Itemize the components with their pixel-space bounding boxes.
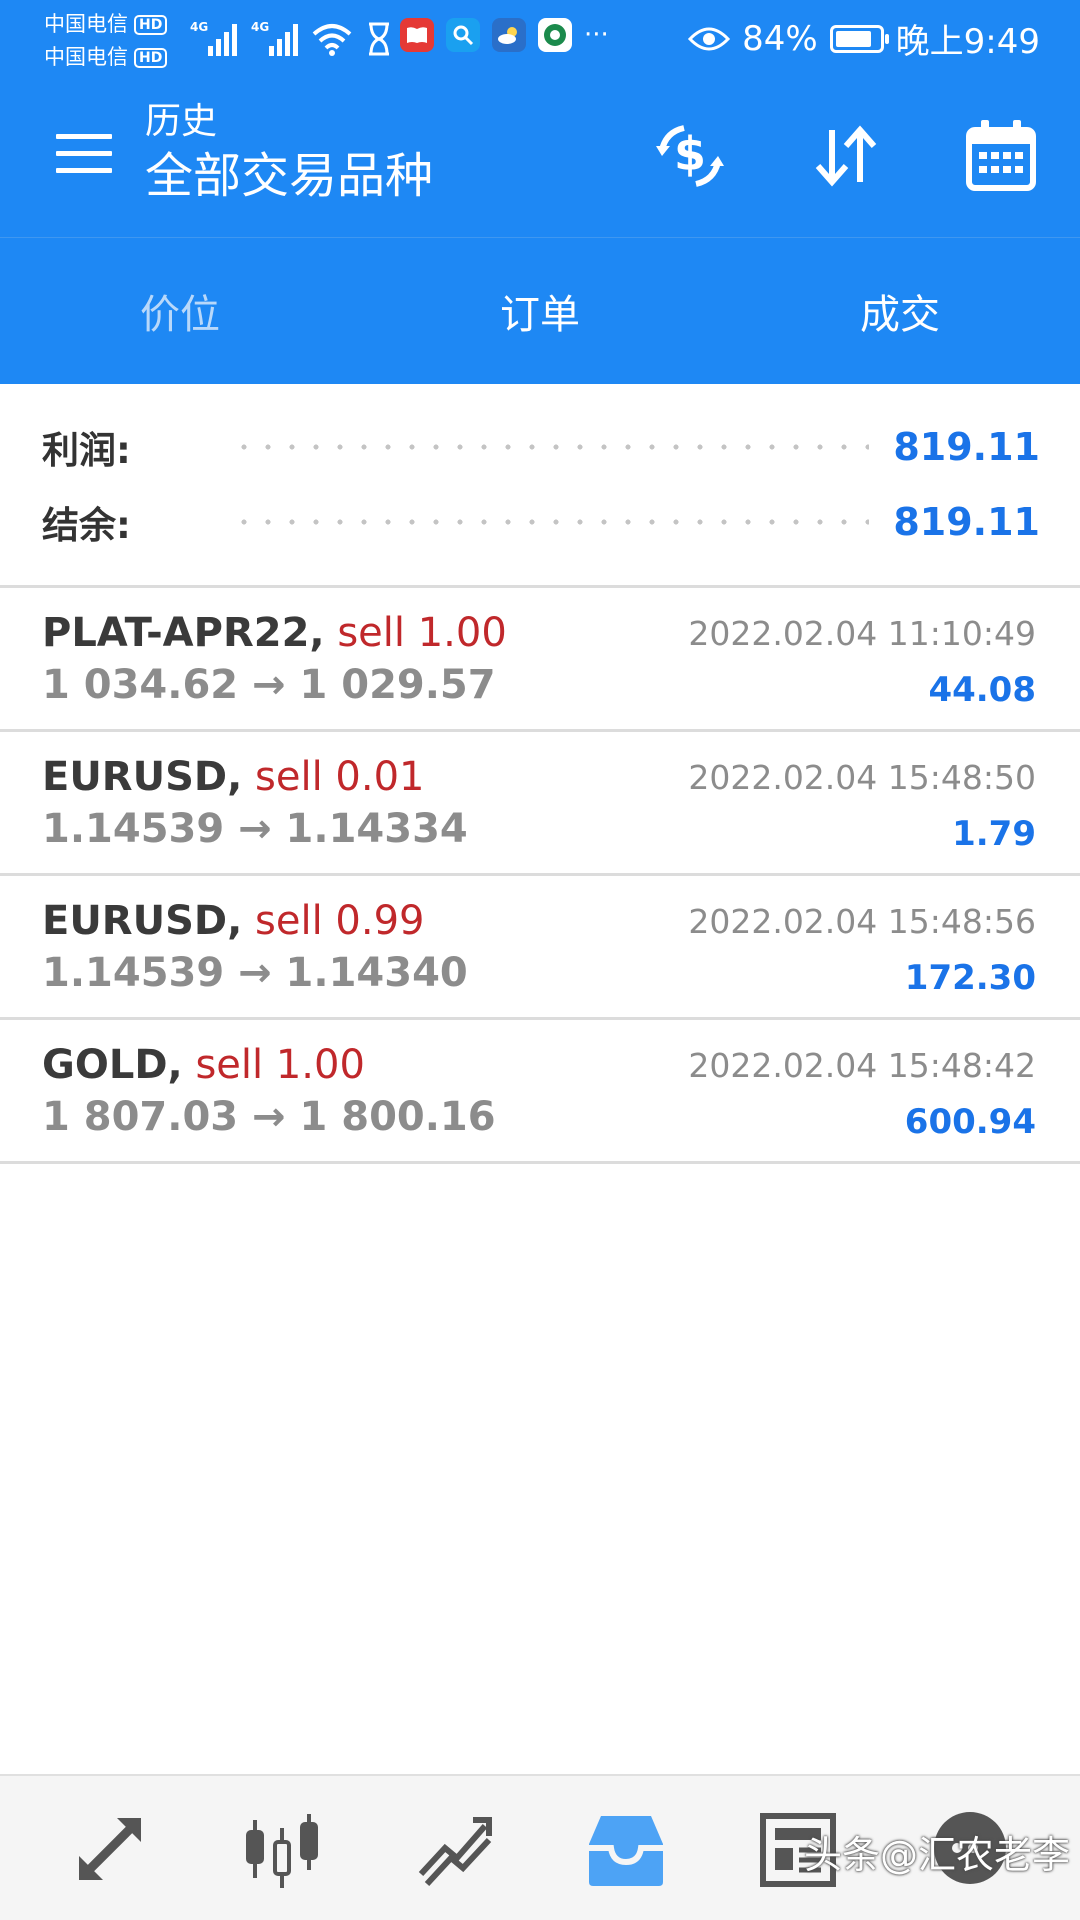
profit-value: 819.11: [893, 425, 1040, 469]
balance-label: 结余:: [42, 504, 131, 547]
hd-badge: HD: [134, 14, 168, 35]
deal-prices: 1.14539 → 1.14340: [42, 950, 468, 996]
status-bar: 中国电信 HD 中国电信 HD 4G 4G ··· 84% 晚上9:49: [0, 0, 1080, 80]
history-inbox-icon[interactable]: [581, 1804, 671, 1894]
tab-prices[interactable]: 价位: [0, 238, 360, 384]
book-app-icon: [400, 18, 434, 52]
deal-action: sell 0.01: [255, 754, 425, 800]
eye-icon: [688, 27, 731, 50]
weather-app-icon: [492, 18, 526, 52]
balance-row: 结余: 819.11: [42, 492, 1040, 552]
calendar-icon[interactable]: [961, 116, 1041, 196]
tab-orders[interactable]: 订单: [360, 238, 720, 384]
dollar-exchange-icon[interactable]: $: [650, 116, 730, 196]
deal-time: 2022.02.04 15:48:42: [688, 1046, 1036, 1085]
deal-profit: 600.94: [904, 1102, 1036, 1142]
carrier-info: 中国电信 HD 中国电信 HD: [44, 8, 168, 74]
page-subtitle: 历史: [145, 101, 218, 142]
deal-prices: 1.14539 → 1.14334: [42, 806, 468, 852]
deal-time: 2022.02.04 15:48:50: [688, 758, 1036, 797]
deal-profit: 172.30: [904, 958, 1036, 998]
signal-icon: 4G: [251, 20, 298, 56]
network-type: 4G: [251, 20, 270, 34]
profit-row: 利润: 819.11: [42, 417, 1040, 477]
dotted-leader: [232, 518, 870, 526]
summary-panel: 利润: 819.11 结余: 819.11: [0, 383, 1080, 585]
balance-value: 819.11: [893, 500, 1040, 544]
deal-row[interactable]: EURUSD, sell 0.99 1.14539 → 1.14340 2022…: [0, 876, 1080, 1017]
signal-icons: 4G 4G: [190, 16, 392, 56]
tab-bar: 价位 订单 成交: [0, 237, 1080, 384]
status-right: 84% 晚上9:49: [688, 14, 1040, 63]
svg-text:$: $: [674, 127, 706, 181]
deal-profit: 44.08: [928, 670, 1036, 710]
network-type: 4G: [190, 20, 209, 34]
clock: 晚上9:49: [895, 22, 1040, 62]
chart-candles-icon[interactable]: [237, 1804, 327, 1894]
hourglass-icon: [369, 22, 389, 56]
watermark: 头条@汇农老李: [803, 1833, 1070, 1877]
profit-label: 利润:: [42, 429, 131, 472]
divider: [0, 1161, 1080, 1164]
deal-symbol: PLAT-APR22,: [42, 610, 325, 656]
deal-symbol: GOLD,: [42, 1042, 183, 1088]
hd-badge: HD: [134, 47, 168, 68]
deal-prices: 1 034.62 → 1 029.57: [42, 662, 496, 708]
signal-icon: 4G: [190, 20, 237, 56]
quotes-arrows-icon[interactable]: [65, 1804, 155, 1894]
carrier-1: 中国电信: [44, 12, 128, 36]
trade-chart-icon[interactable]: [409, 1804, 499, 1894]
wifi-icon: [312, 24, 352, 56]
notification-icons: ···: [400, 18, 609, 52]
sort-arrows-icon[interactable]: [806, 116, 886, 196]
menu-icon[interactable]: [56, 134, 112, 174]
deal-action: sell 0.99: [255, 898, 425, 944]
deal-time: 2022.02.04 11:10:49: [688, 614, 1036, 653]
carrier-2: 中国电信: [44, 45, 128, 69]
deal-prices: 1 807.03 → 1 800.16: [42, 1094, 496, 1140]
deal-action: sell 1.00: [337, 610, 507, 656]
deal-time: 2022.02.04 15:48:56: [688, 902, 1036, 941]
deal-row[interactable]: PLAT-APR22, sell 1.00 1 034.62 → 1 029.5…: [0, 588, 1080, 729]
header-titles[interactable]: 历史 全部交易品种: [145, 100, 433, 208]
battery-icon: [829, 24, 889, 53]
bank-app-icon: [538, 18, 572, 52]
deal-action: sell 1.00: [195, 1042, 365, 1088]
dotted-leader: [232, 443, 870, 451]
battery-percent: 84%: [742, 18, 818, 59]
deal-profit: 1.79: [952, 814, 1036, 854]
bottom-navigation: 头条@汇农老李: [0, 1774, 1080, 1920]
more-notifications-icon: ···: [584, 20, 609, 50]
deal-symbol: EURUSD,: [42, 898, 243, 944]
search-app-icon: [446, 18, 480, 52]
tab-deals[interactable]: 成交: [720, 238, 1080, 384]
deal-row[interactable]: GOLD, sell 1.00 1 807.03 → 1 800.16 2022…: [0, 1020, 1080, 1161]
app-bar: 历史 全部交易品种 $: [0, 80, 1080, 237]
deal-row[interactable]: EURUSD, sell 0.01 1.14539 → 1.14334 2022…: [0, 732, 1080, 873]
page-title: 全部交易品种: [145, 148, 434, 204]
deal-symbol: EURUSD,: [42, 754, 243, 800]
